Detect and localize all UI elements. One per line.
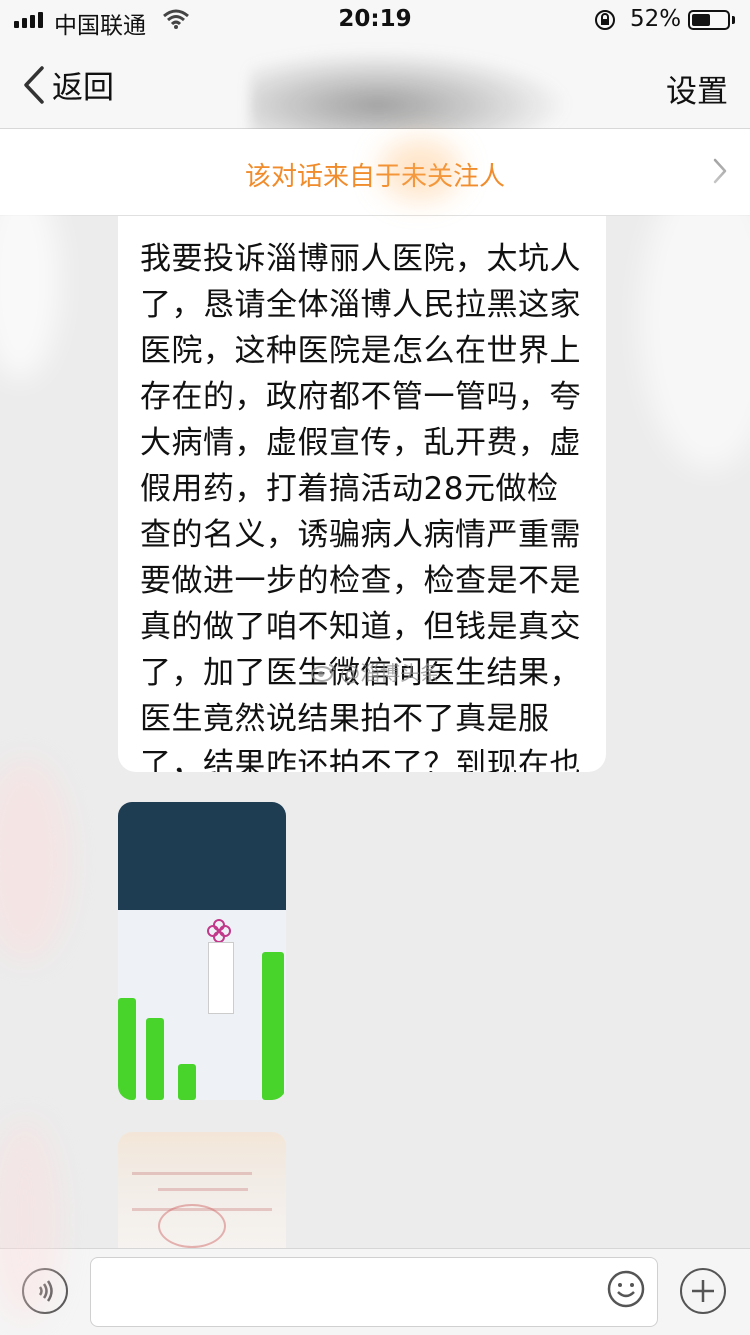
back-chevron-icon — [24, 65, 44, 104]
message-input[interactable] — [90, 1257, 658, 1327]
plus-icon — [692, 1280, 714, 1302]
photo-green-bubble — [262, 952, 284, 1100]
privacy-smudge — [0, 760, 70, 960]
battery-icon — [688, 10, 730, 30]
battery-level-fill — [692, 14, 710, 26]
emoji-icon[interactable] — [606, 1269, 646, 1309]
photo-dark-area — [118, 802, 286, 910]
message-bubble[interactable]: 我要投诉淄博丽人医院，太坑人了，恳请全体淄博人民拉黑这家医院，这种医院是怎么在世… — [118, 216, 606, 772]
photo-green-bubble — [118, 998, 136, 1100]
receipt-stamp — [158, 1204, 226, 1248]
photo-green-bubble — [178, 1064, 196, 1100]
chat-screenshot-image[interactable] — [118, 802, 286, 1100]
input-bar — [0, 1248, 750, 1335]
nav-bar: 返回 设置 — [0, 40, 750, 150]
message-text: 我要投诉淄博丽人医院，太坑人了，恳请全体淄博人民拉黑这家医院，这种医院是怎么在世… — [140, 241, 581, 772]
chevron-right-icon — [713, 158, 727, 184]
photo-white-message — [208, 942, 234, 1014]
notice-text: 该对话来自于未关注人 — [244, 162, 505, 192]
battery-percent: 52% — [630, 6, 682, 32]
unfollowed-notice-banner[interactable]: 该对话来自于未关注人 — [0, 129, 750, 216]
receipt-line — [132, 1172, 252, 1175]
back-button[interactable]: 返回 — [22, 62, 114, 107]
voice-button[interactable] — [22, 1268, 68, 1314]
weibo-icon — [311, 663, 335, 682]
battery-tip — [732, 16, 735, 24]
watermark-text: @淄博头条 — [340, 661, 440, 685]
receipt-image[interactable] — [118, 1132, 286, 1252]
voice-icon — [38, 1280, 53, 1302]
receipt-line — [158, 1188, 248, 1191]
rotation-lock-icon — [595, 10, 615, 30]
status-bar: 中国联通 20:19 52% — [0, 0, 750, 40]
weibo-watermark: @淄博头条 — [310, 657, 440, 686]
photo-green-bubble — [146, 1018, 164, 1100]
add-button[interactable] — [680, 1268, 726, 1314]
back-label: 返回 — [52, 70, 114, 106]
settings-button[interactable]: 设置 — [666, 66, 728, 111]
flower-logo-icon — [207, 919, 231, 943]
photo-screen-area — [118, 910, 286, 1100]
